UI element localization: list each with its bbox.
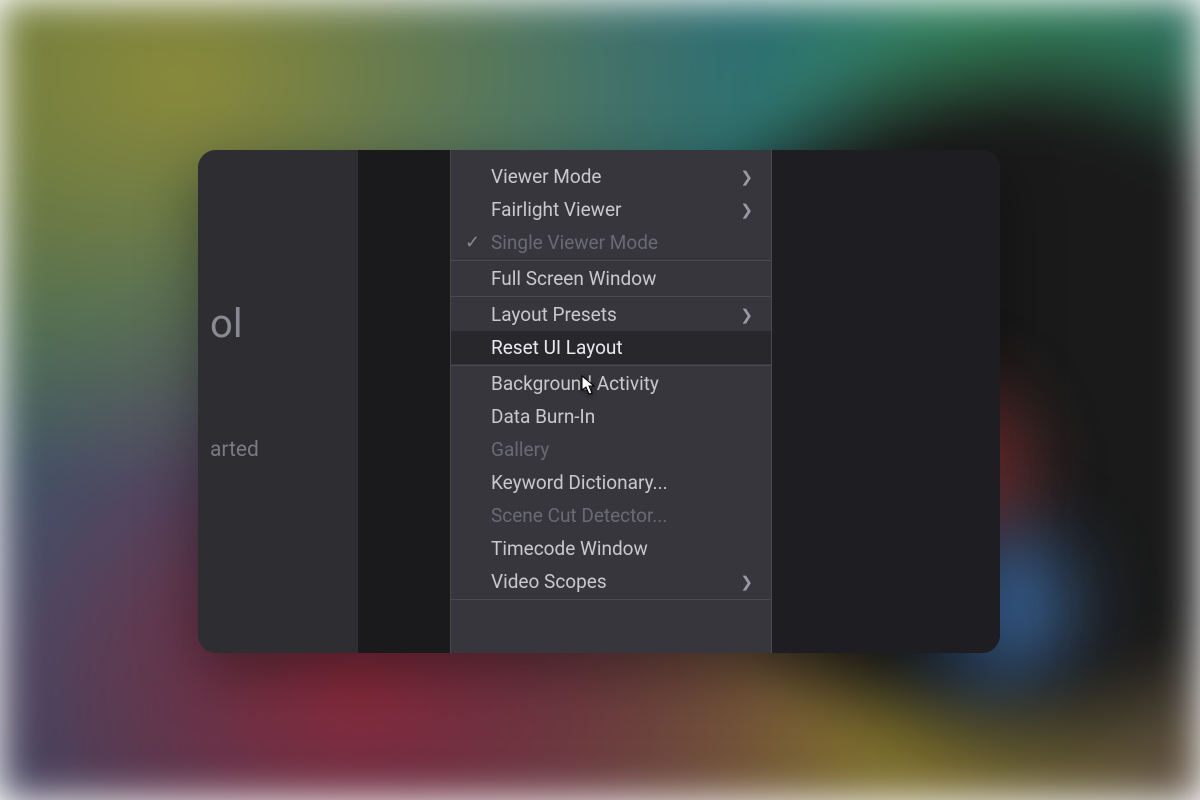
menu-item-gallery: Gallery (451, 433, 771, 466)
menu-item-label: Keyword Dictionary... (491, 471, 753, 494)
background-text-fragment: arted (210, 438, 259, 462)
menu-item-video-scopes[interactable]: Video Scopes ❯ (451, 565, 771, 598)
menu-item-label: Full Screen Window (491, 267, 753, 290)
app-content-area: ol arted Viewer Mode ❯ Fairlight Viewer … (198, 150, 1000, 653)
menu-item-reset-ui-layout[interactable]: Reset UI Layout (451, 331, 771, 364)
workspace-dropdown-menu: Viewer Mode ❯ Fairlight Viewer ❯ ✓ Singl… (450, 150, 772, 653)
checkmark-icon: ✓ (465, 232, 480, 253)
chevron-right-icon: ❯ (740, 306, 753, 324)
menu-item-label: Gallery (491, 438, 753, 461)
side-panel (358, 150, 450, 653)
menu-item-label: Background Activity (491, 372, 753, 395)
menu-item-scene-cut-detector: Scene Cut Detector... (451, 499, 771, 532)
menu-section: Background Activity Data Burn-In Gallery… (451, 365, 771, 599)
menu-item-layout-presets[interactable]: Layout Presets ❯ (451, 298, 771, 331)
menu-item-label: Video Scopes (491, 570, 740, 593)
menu-item-keyword-dictionary[interactable]: Keyword Dictionary... (451, 466, 771, 499)
menu-item-label: Single Viewer Mode (491, 231, 753, 254)
menu-item-timecode-window[interactable]: Timecode Window (451, 532, 771, 565)
menu-item-label: Data Burn-In (491, 405, 753, 428)
menu-section: Viewer Mode ❯ Fairlight Viewer ❯ ✓ Singl… (451, 150, 771, 260)
menu-item-background-activity[interactable]: Background Activity (451, 367, 771, 400)
menu-section: Full Screen Window (451, 260, 771, 296)
menu-item-full-screen-window[interactable]: Full Screen Window (451, 262, 771, 295)
menu-item-label: Layout Presets (491, 303, 740, 326)
menu-item-label: Timecode Window (491, 537, 753, 560)
menu-item-fairlight-viewer[interactable]: Fairlight Viewer ❯ (451, 193, 771, 226)
chevron-right-icon: ❯ (740, 573, 753, 591)
background-heading-fragment: ol (210, 300, 243, 347)
menu-item-label: Viewer Mode (491, 165, 740, 188)
right-panel (772, 150, 1000, 653)
menu-item-data-burn-in[interactable]: Data Burn-In (451, 400, 771, 433)
menu-item-single-viewer-mode: ✓ Single Viewer Mode (451, 226, 771, 259)
menu-item-label: Scene Cut Detector... (491, 504, 753, 527)
menu-item-label: Fairlight Viewer (491, 198, 740, 221)
chevron-right-icon: ❯ (740, 168, 753, 186)
chevron-right-icon: ❯ (740, 201, 753, 219)
menu-section (451, 599, 771, 619)
menu-item-viewer-mode[interactable]: Viewer Mode ❯ (451, 160, 771, 193)
menu-section: Layout Presets ❯ Reset UI Layout (451, 296, 771, 365)
app-window: ol arted Viewer Mode ❯ Fairlight Viewer … (198, 150, 1000, 653)
menu-item-label: Reset UI Layout (491, 336, 753, 359)
